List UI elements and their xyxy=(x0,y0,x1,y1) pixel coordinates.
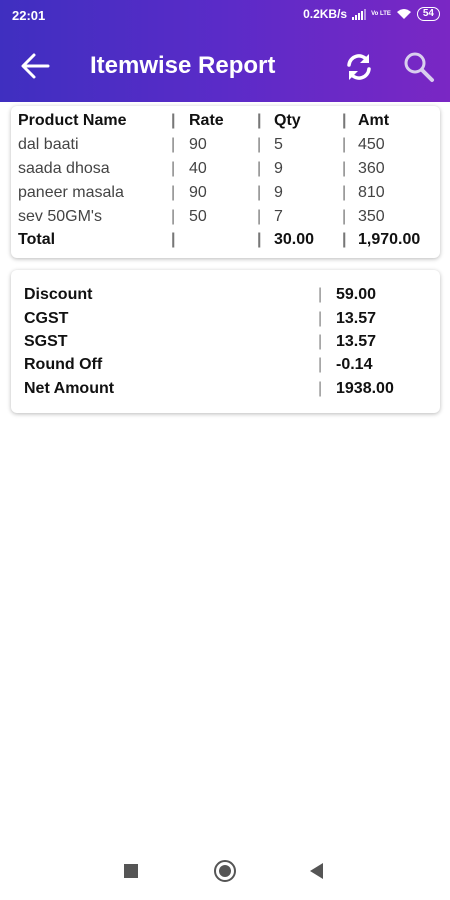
volte-icon: Vo LTE xyxy=(371,11,391,17)
column-separator: | xyxy=(257,160,262,177)
column-separator: | xyxy=(171,208,176,225)
system-nav-bar xyxy=(0,840,450,900)
summary-value: 1938.00 xyxy=(336,380,394,397)
summary-label: CGST xyxy=(24,310,69,327)
column-separator: | xyxy=(257,231,262,248)
column-separator: | xyxy=(342,208,347,225)
cell-qty: 9 xyxy=(274,160,283,177)
cell-amt: 360 xyxy=(358,160,385,177)
status-icons: 0.2KB/s Vo LTE 54 xyxy=(303,7,440,21)
summary-value: -0.14 xyxy=(336,356,373,373)
total-qty: 30.00 xyxy=(274,231,315,248)
summary-row-round-off: Round Off | -0.14 xyxy=(11,356,440,380)
table-row: paneer masala | 90 | 9 | 810 xyxy=(11,184,440,208)
cell-rate: 50 xyxy=(189,208,207,225)
table-header: Product Name | Rate | Qty | Amt xyxy=(11,112,440,136)
column-separator: | xyxy=(171,112,176,129)
battery-icon: 54 xyxy=(416,7,440,21)
table-row: saada dhosa | 40 | 9 | 360 xyxy=(11,160,440,184)
cell-rate: 90 xyxy=(189,136,207,153)
column-separator: | xyxy=(171,231,176,248)
summary-value: 13.57 xyxy=(336,333,377,350)
refresh-icon[interactable] xyxy=(342,50,376,84)
summary-card: Discount | 59.00 CGST | 13.57 SGST | 13.… xyxy=(11,270,440,413)
cell-qty: 7 xyxy=(274,208,283,225)
column-separator: | xyxy=(342,184,347,201)
cell-qty: 9 xyxy=(274,184,283,201)
cell-amt: 810 xyxy=(358,184,385,201)
column-separator: | xyxy=(342,112,347,129)
page-title: Itemwise Report xyxy=(90,52,276,79)
cell-amt: 350 xyxy=(358,208,385,225)
cell-product: dal baati xyxy=(18,136,79,153)
items-table-card: Product Name | Rate | Qty | Amt dal baat… xyxy=(11,106,440,258)
column-separator: | xyxy=(318,310,323,327)
summary-row-discount: Discount | 59.00 xyxy=(11,286,440,310)
search-icon[interactable] xyxy=(402,50,436,84)
status-time: 22:01 xyxy=(12,8,46,23)
column-separator: | xyxy=(257,208,262,225)
summary-label: Discount xyxy=(24,286,93,303)
summary-value: 59.00 xyxy=(336,286,377,303)
cell-rate: 90 xyxy=(189,184,207,201)
table-total-row: Total | | 30.00 | 1,970.00 xyxy=(11,231,440,255)
cell-amt: 450 xyxy=(358,136,385,153)
recents-icon[interactable] xyxy=(124,864,138,878)
column-separator: | xyxy=(342,231,347,248)
column-separator: | xyxy=(318,286,323,303)
summary-label: SGST xyxy=(24,333,68,350)
column-separator: | xyxy=(342,160,347,177)
summary-label: Round Off xyxy=(24,356,103,373)
table-row: sev 50GM's | 50 | 7 | 350 xyxy=(11,208,440,232)
column-separator: | xyxy=(342,136,347,153)
cell-product: saada dhosa xyxy=(18,160,110,177)
summary-row-cgst: CGST | 13.57 xyxy=(11,310,440,334)
header-qty: Qty xyxy=(274,112,301,129)
app-bar: Itemwise Report xyxy=(0,30,450,102)
cell-product: sev 50GM's xyxy=(18,208,102,225)
header-amt: Amt xyxy=(358,112,390,129)
summary-row-sgst: SGST | 13.57 xyxy=(11,333,440,357)
summary-value: 13.57 xyxy=(336,310,377,327)
header-rate: Rate xyxy=(189,112,224,129)
total-label: Total xyxy=(18,231,56,248)
column-separator: | xyxy=(318,333,323,350)
column-separator: | xyxy=(171,184,176,201)
column-separator: | xyxy=(257,136,262,153)
column-separator: | xyxy=(318,356,323,373)
column-separator: | xyxy=(171,160,176,177)
header-product-name: Product Name xyxy=(18,112,127,129)
column-separator: | xyxy=(318,380,323,397)
column-separator: | xyxy=(257,112,262,129)
cell-product: paneer masala xyxy=(18,184,124,201)
signal-icon xyxy=(352,8,367,20)
summary-label: Net Amount xyxy=(24,380,115,397)
summary-row-net-amount: Net Amount | 1938.00 xyxy=(11,380,440,404)
home-icon[interactable] xyxy=(214,860,236,882)
column-separator: | xyxy=(171,136,176,153)
network-speed: 0.2KB/s xyxy=(303,7,348,21)
column-separator: | xyxy=(257,184,262,201)
wifi-icon xyxy=(396,9,411,19)
cell-qty: 5 xyxy=(274,136,283,153)
back-arrow-icon[interactable] xyxy=(18,50,52,82)
cell-rate: 40 xyxy=(189,160,207,177)
back-nav-icon[interactable] xyxy=(310,863,323,879)
table-row: dal baati | 90 | 5 | 450 xyxy=(11,136,440,160)
total-amt: 1,970.00 xyxy=(358,231,421,248)
status-bar: 22:01 0.2KB/s Vo LTE 54 xyxy=(0,0,450,30)
